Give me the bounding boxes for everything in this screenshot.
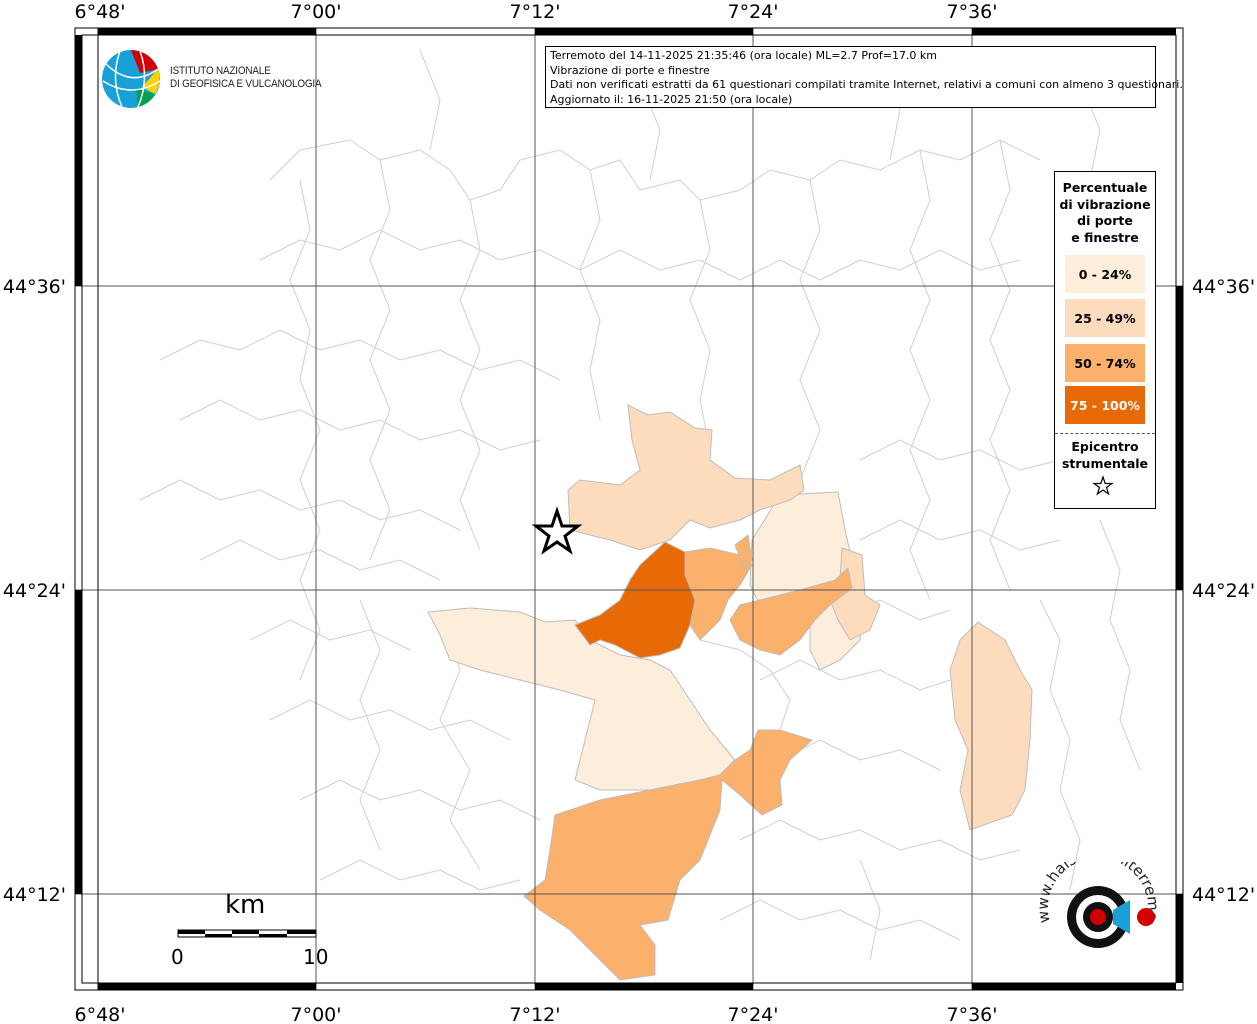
event-info-box: Terremoto del 14-11-2025 21:35:46 (ora l… xyxy=(545,46,1183,108)
legend-swatch-25-49: 25 - 49% xyxy=(1065,299,1145,337)
legend-title-line: Percentuale xyxy=(1062,180,1148,195)
legend-swatch-0-24: 0 - 24% xyxy=(1065,255,1145,293)
legend-title-line: e finestre xyxy=(1071,229,1139,245)
lon-label-top-4: 7°24' xyxy=(728,1,779,23)
loudspeaker-target-icon: www.haisentitoilterremoto.it xyxy=(1034,844,1162,948)
legend-title: Percentuale di vibrazione di porte e fin… xyxy=(1055,180,1155,246)
legend: Percentuale di vibrazione di porte e fin… xyxy=(1054,171,1156,509)
lat-label-left-2: 44°24' xyxy=(3,580,66,602)
lat-label-left-3: 44°12' xyxy=(3,884,66,906)
lon-label-bottom-4: 7°24' xyxy=(728,1004,779,1024)
legend-star-icon xyxy=(1092,475,1114,496)
ingv-line-2: DI GEOFISICA E VULCANOLOGIA xyxy=(170,78,322,90)
municipality-class-75-100 xyxy=(574,541,696,659)
event-title: Terremoto del 14-11-2025 21:35:46 (ora l… xyxy=(550,49,938,62)
municipality-class-25-49-far-east xyxy=(949,621,1033,831)
municipality-class-0-24-south xyxy=(427,607,736,791)
legend-epicenter-line: strumentale xyxy=(1061,455,1149,471)
legend-epicenter-line: Epicentro xyxy=(1071,439,1139,454)
ingv-globe-icon xyxy=(102,50,161,108)
event-data-note: Dati non verificati estratti da 61 quest… xyxy=(550,78,1183,91)
lon-label-bottom-5: 7°36' xyxy=(947,1004,998,1024)
lat-label-right-3: 44°12' xyxy=(1192,884,1255,906)
lon-label-bottom-1: 6°48' xyxy=(75,1004,126,1024)
legend-title-line: di porte xyxy=(1077,213,1133,228)
scale-bar xyxy=(177,929,317,938)
lon-label-top-2: 7°00' xyxy=(291,1,342,23)
lat-label-right-1: 44°36' xyxy=(1192,276,1255,298)
lat-label-left-1: 44°36' xyxy=(3,276,66,298)
lon-label-top-1: 6°48' xyxy=(75,1,126,23)
ingv-logo-text: ISTITUTO NAZIONALE DI GEOFISICA E VULCAN… xyxy=(170,65,322,91)
haisentito-logo: www.haisentitoilterremoto.it xyxy=(1034,844,1162,978)
scale-start: 0 xyxy=(171,945,184,969)
scale-unit: km xyxy=(225,890,266,920)
lon-label-bottom-2: 7°00' xyxy=(291,1004,342,1024)
lon-label-top-3: 7°12' xyxy=(510,1,561,23)
event-subtitle: Vibrazione di porte e finestre xyxy=(550,63,710,77)
event-updated: Aggiornato il: 16-11-2025 21:50 (ora loc… xyxy=(550,92,793,106)
lat-label-right-2: 44°24' xyxy=(1192,580,1255,602)
legend-epicenter-label: Epicentro strumentale xyxy=(1055,439,1155,472)
ingv-line-1: ISTITUTO NAZIONALE xyxy=(170,65,271,77)
lon-label-top-5: 7°36' xyxy=(947,1,998,23)
legend-swatch-50-74: 50 - 74% xyxy=(1065,344,1145,382)
legend-title-line: di vibrazione xyxy=(1059,196,1151,212)
legend-swatch-75-100: 75 - 100% xyxy=(1065,386,1145,424)
lon-label-bottom-3: 7°12' xyxy=(510,1004,561,1024)
legend-separator xyxy=(1055,433,1155,434)
scale-end: 10 xyxy=(303,945,329,969)
